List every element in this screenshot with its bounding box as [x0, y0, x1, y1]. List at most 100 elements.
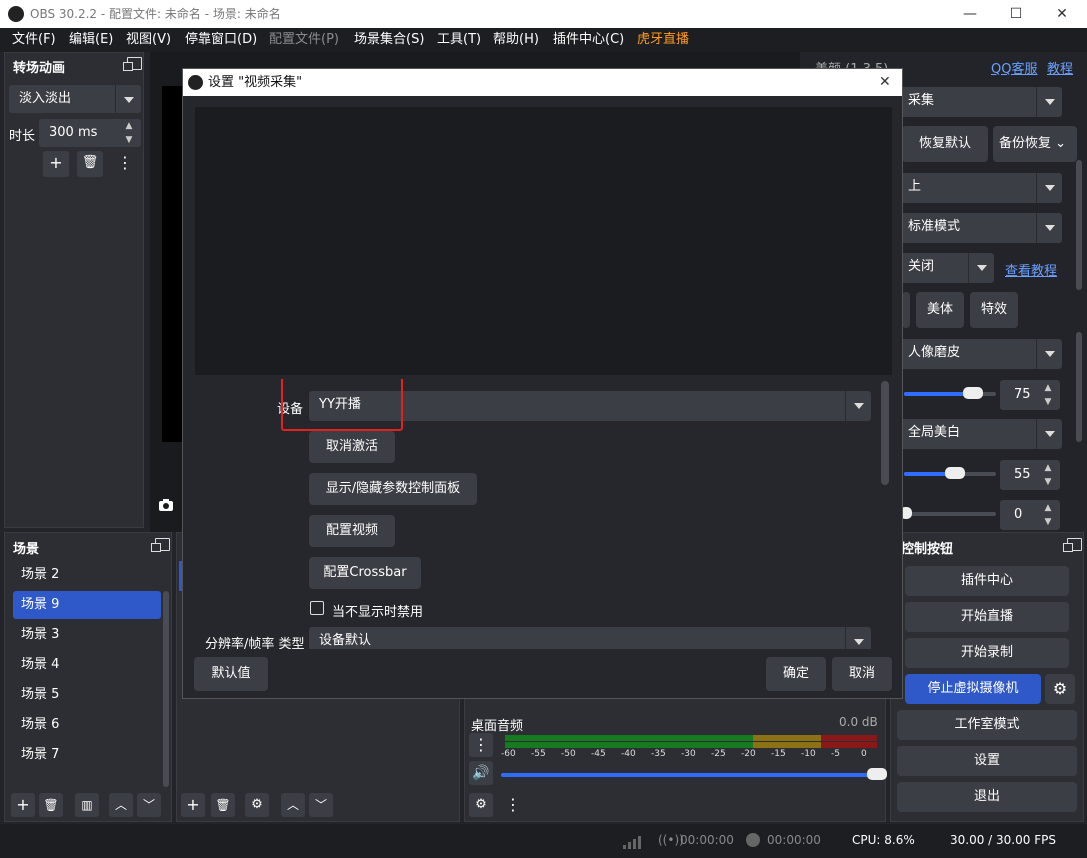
camera-source-select[interactable]: 采集 — [898, 87, 1062, 117]
mixer-menu-icon[interactable]: ⋮ — [469, 733, 493, 757]
chevron-down-icon: ⌄ — [1055, 136, 1067, 151]
menu-tools[interactable]: 工具(T) — [437, 28, 481, 52]
qq-support-link[interactable]: QQ客服 — [991, 58, 1037, 77]
mode-select[interactable]: 标准模式 — [898, 213, 1062, 243]
properties-scrollbar[interactable] — [881, 381, 889, 485]
menu-profile[interactable]: 配置文件(P) — [269, 28, 339, 52]
smooth-value-spinbox[interactable]: 75 ▲ ▼ — [1000, 380, 1060, 410]
filter-icon[interactable]: ▥ — [75, 793, 99, 817]
gear-icon[interactable]: ⚙ — [245, 793, 269, 817]
remove-source-button[interactable]: 🗑 — [211, 793, 235, 817]
add-scene-button[interactable]: + — [11, 793, 35, 817]
studio-mode-button[interactable]: 工作室模式 — [897, 710, 1077, 740]
move-down-icon[interactable]: ﹀ — [137, 793, 161, 817]
scene-item[interactable]: 场景 4 — [13, 651, 161, 679]
smooth-select[interactable]: 人像磨皮 — [898, 339, 1062, 369]
tab-body[interactable]: 美体 — [916, 292, 964, 328]
scenes-scrollbar[interactable] — [163, 591, 169, 787]
menu-file[interactable]: 文件(F) — [12, 28, 56, 52]
defaults-button[interactable]: 默认值 — [194, 657, 268, 691]
restore-default-button[interactable]: 恢复默认 — [902, 126, 988, 162]
dock-float-icon[interactable] — [123, 57, 142, 71]
spin-down-icon[interactable]: ▼ — [1040, 515, 1056, 529]
menu-edit[interactable]: 编辑(E) — [69, 28, 113, 52]
stop-virtual-camera-button[interactable]: 停止虚拟摄像机 — [905, 674, 1041, 704]
scene-item-selected[interactable]: 场景 9 — [13, 591, 161, 619]
cancel-button[interactable]: 取消 — [832, 657, 892, 691]
view-tutorial-link[interactable]: 查看教程 — [1005, 260, 1057, 279]
meter-ticks: -60 -55 -50 -45 -40 -35 -30 -25 -20 -15 -10 -5 0 — [501, 749, 877, 763]
menu-help[interactable]: 帮助(H) — [493, 28, 539, 52]
start-stream-button[interactable]: 开始直播 — [905, 602, 1069, 632]
remove-transition-button[interactable]: 🗑 — [77, 151, 103, 177]
minimize-button[interactable]: — — [947, 0, 993, 28]
configure-video-button[interactable]: 配置视频 — [309, 515, 395, 547]
third-value-spinbox[interactable]: 0 ▲ ▼ — [1000, 500, 1060, 530]
spin-up-icon[interactable]: ▲ — [1040, 461, 1056, 475]
menu-huya[interactable]: 虎牙直播 — [637, 28, 689, 52]
whitening-value-spinbox[interactable]: 55 ▲ ▼ — [1000, 460, 1060, 490]
mixer-options-icon[interactable]: ⋮ — [505, 793, 521, 817]
menu-view[interactable]: 视图(V) — [126, 28, 171, 52]
whitening-slider[interactable] — [904, 467, 996, 479]
ok-button[interactable]: 确定 — [766, 657, 826, 691]
spin-down-icon[interactable]: ▼ — [1040, 395, 1056, 409]
maximize-button[interactable]: ☐ — [993, 0, 1039, 28]
move-up-icon[interactable]: ︿ — [281, 793, 305, 817]
volume-slider-knob[interactable] — [867, 768, 887, 780]
configure-crossbar-button[interactable]: 配置Crossbar — [309, 557, 421, 589]
spin-down-icon[interactable]: ▼ — [121, 133, 137, 147]
volume-slider[interactable] — [501, 768, 887, 780]
scene-item[interactable]: 场景 3 — [13, 621, 161, 649]
menu-plugin-center[interactable]: 插件中心(C) — [553, 28, 624, 52]
smooth-slider-knob[interactable] — [963, 387, 983, 399]
add-source-button[interactable]: + — [181, 793, 205, 817]
toggle-select[interactable]: 关闭 — [898, 253, 994, 283]
whitening-select[interactable]: 全局美白 — [898, 419, 1062, 449]
backup-restore-button[interactable]: 备份恢复 ⌄ — [993, 126, 1077, 162]
third-slider[interactable] — [900, 507, 996, 519]
whitening-slider-knob[interactable] — [944, 467, 965, 479]
spin-up-icon[interactable]: ▲ — [121, 119, 137, 133]
scene-item[interactable]: 场景 5 — [13, 681, 161, 709]
toggle-control-panel-button[interactable]: 显示/隐藏参数控制面板 — [309, 473, 477, 505]
deactivate-button[interactable]: 取消激活 — [309, 431, 395, 463]
transition-select[interactable]: 淡入淡出 — [9, 85, 141, 113]
scene-item[interactable]: 场景 6 — [13, 711, 161, 739]
transition-menu-icon[interactable]: ⋮ — [117, 151, 133, 177]
direction-select[interactable]: 上 — [898, 173, 1062, 203]
exit-button[interactable]: 退出 — [897, 782, 1077, 812]
beauty-scrollbar-2[interactable] — [1076, 332, 1082, 442]
resolution-select[interactable]: 设备默认 — [309, 627, 871, 649]
beauty-scrollbar[interactable] — [1076, 160, 1082, 290]
move-down-icon[interactable]: ﹀ — [309, 793, 333, 817]
start-record-button[interactable]: 开始录制 — [905, 638, 1069, 668]
close-icon[interactable]: ✕ — [879, 69, 891, 96]
spin-down-icon[interactable]: ▼ — [1040, 475, 1056, 489]
gear-icon[interactable]: ⚙ — [469, 793, 493, 817]
menu-scene-collection[interactable]: 场景集合(S) — [354, 28, 424, 52]
move-up-icon[interactable]: ︿ — [109, 793, 133, 817]
remove-scene-button[interactable]: 🗑 — [39, 793, 63, 817]
close-window-button[interactable]: ✕ — [1039, 0, 1085, 28]
tutorial-link[interactable]: 教程 — [1047, 58, 1073, 77]
duration-spinbox[interactable]: 300 ms ▲ ▼ — [39, 119, 141, 147]
scene-item[interactable]: 场景 7 — [13, 741, 161, 769]
scene-item[interactable]: 场景 2 — [13, 561, 161, 589]
tab-effect[interactable]: 特效 — [970, 292, 1018, 328]
camera-icon[interactable] — [158, 498, 174, 512]
gear-icon[interactable]: ⚙ — [1045, 674, 1075, 704]
add-transition-button[interactable]: + — [43, 151, 69, 177]
smooth-slider[interactable] — [904, 387, 996, 399]
meter-yellow — [753, 735, 821, 741]
spin-up-icon[interactable]: ▲ — [1040, 381, 1056, 395]
dock-float-icon[interactable] — [1063, 538, 1082, 552]
settings-button[interactable]: 设置 — [897, 746, 1077, 776]
tab-beauty-partial[interactable] — [902, 292, 910, 328]
dock-float-icon[interactable] — [151, 538, 170, 552]
plugin-center-button[interactable]: 插件中心 — [905, 566, 1069, 596]
spin-up-icon[interactable]: ▲ — [1040, 501, 1056, 515]
speaker-icon[interactable]: 🔊 — [469, 761, 493, 785]
disable-when-hidden-checkbox[interactable] — [310, 601, 324, 615]
menu-docks[interactable]: 停靠窗口(D) — [185, 28, 257, 52]
